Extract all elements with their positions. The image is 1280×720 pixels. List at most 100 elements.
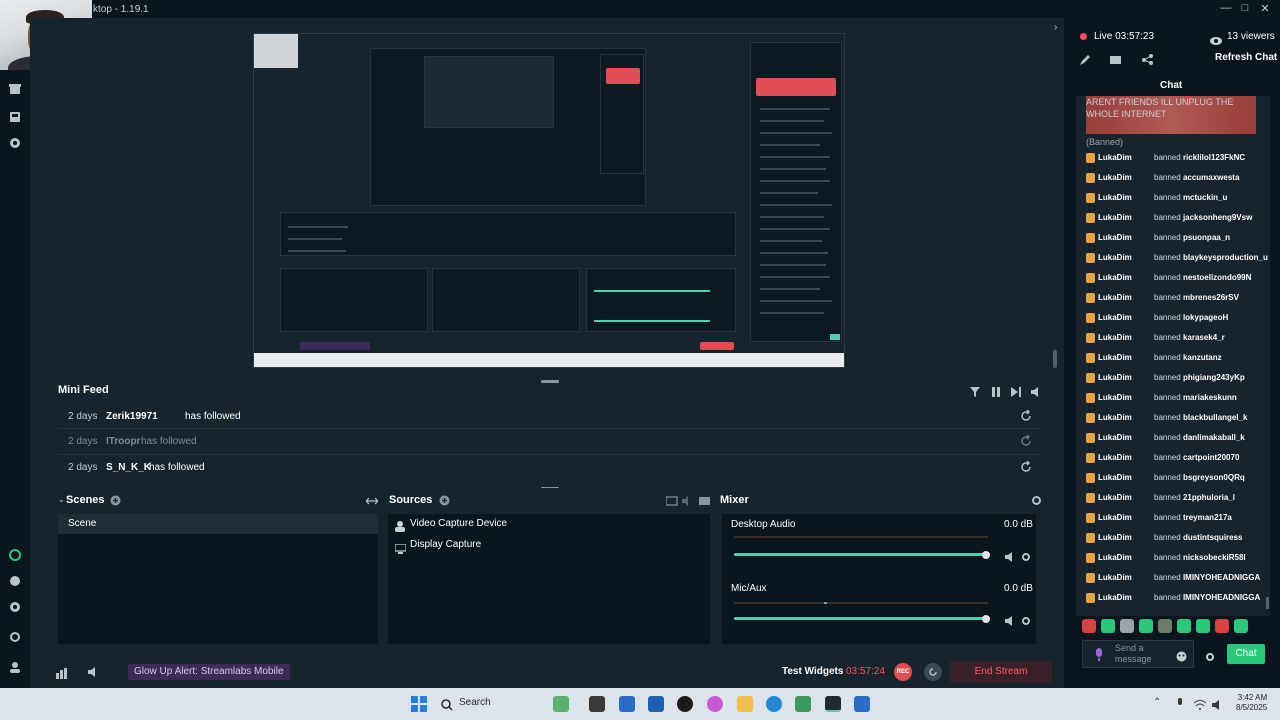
chat-username[interactable]: LukaDim: [1098, 333, 1132, 342]
chat-username[interactable]: LukaDim: [1098, 433, 1132, 442]
add-scene-icon[interactable]: [110, 493, 121, 511]
replay-buffer-button[interactable]: [924, 663, 942, 681]
banned-username[interactable]: 21pphuloria_l: [1183, 493, 1235, 502]
notification-icon[interactable]: [86, 665, 98, 683]
app-icon[interactable]: [854, 696, 870, 712]
chat-username[interactable]: LukaDim: [1098, 233, 1132, 242]
volume-icon[interactable]: [1031, 384, 1041, 402]
chat-username[interactable]: LukaDim: [1098, 373, 1132, 382]
banned-username[interactable]: ricklilol123FkNC: [1183, 153, 1245, 162]
chat-username[interactable]: LukaDim: [1098, 393, 1132, 402]
chat-username[interactable]: LukaDim: [1098, 193, 1132, 202]
banned-username[interactable]: nestoelizondo99N: [1183, 273, 1251, 282]
banned-username[interactable]: IMINYOHEADNIGGA: [1183, 573, 1260, 582]
stats-icon[interactable]: [56, 666, 67, 684]
banned-username[interactable]: jacksonheng9Vsw: [1183, 213, 1252, 222]
banned-username[interactable]: nicksobeckiR58l: [1183, 553, 1246, 562]
repeat-alert-icon[interactable]: [1020, 460, 1032, 476]
minimize-icon[interactable]: —: [1219, 2, 1233, 14]
store-icon[interactable]: [8, 82, 22, 96]
notification-alert[interactable]: Glow Up Alert: Streamlabs Mobile: [128, 664, 290, 680]
record-icon[interactable]: [8, 136, 22, 150]
volume-slider-thumb[interactable]: [982, 551, 990, 559]
emote-icon[interactable]: [1082, 619, 1096, 633]
chat-username[interactable]: LukaDim: [1098, 473, 1132, 482]
chat-username[interactable]: LukaDim: [1098, 533, 1132, 542]
banned-username[interactable]: blaykeysproduction_u: [1183, 253, 1268, 262]
highlighter-icon[interactable]: [8, 548, 22, 562]
integrations-icon[interactable]: [8, 600, 22, 614]
banned-username[interactable]: psuonpaa_n: [1183, 233, 1230, 242]
collection-switch-icon[interactable]: [365, 493, 379, 511]
source-display-capture[interactable]: Display Capture: [410, 539, 481, 550]
banned-username[interactable]: karasek4_r: [1183, 333, 1225, 342]
app-icon[interactable]: [677, 696, 693, 712]
banned-username[interactable]: blackbullangel_k: [1183, 413, 1247, 422]
maximize-icon[interactable]: □: [1238, 2, 1252, 14]
send-chat-button[interactable]: Chat: [1227, 644, 1265, 664]
task-view-icon[interactable]: [589, 696, 605, 712]
chat-settings-icon[interactable]: [1205, 649, 1215, 667]
emote-icon[interactable]: [1120, 619, 1134, 633]
search-icon[interactable]: [441, 698, 453, 711]
chat-username[interactable]: LukaDim: [1098, 573, 1132, 582]
store-icon[interactable]: [648, 696, 664, 712]
record-button[interactable]: REC: [894, 663, 912, 681]
chat-username[interactable]: LukaDim: [1098, 553, 1132, 562]
chat-username[interactable]: LukaDim: [1098, 493, 1132, 502]
emote-icon[interactable]: [1196, 619, 1210, 633]
collapse-icon[interactable]: ⌄: [58, 495, 65, 504]
emoji-icon[interactable]: [1176, 649, 1187, 667]
banned-username[interactable]: dustintsquiress: [1183, 533, 1243, 542]
chat-username[interactable]: LukaDim: [1098, 453, 1132, 462]
test-widgets-button[interactable]: Test Widgets: [782, 666, 843, 677]
emote-icon[interactable]: [1101, 619, 1115, 633]
banned-username[interactable]: mbrenes26rSV: [1183, 293, 1239, 302]
file-explorer-icon[interactable]: [737, 696, 753, 712]
close-icon[interactable]: ✕: [1258, 2, 1272, 15]
speaker-icon[interactable]: [1005, 549, 1015, 567]
scene-item[interactable]: Scene: [58, 514, 378, 534]
channel-settings-icon[interactable]: [1021, 549, 1031, 567]
chat-messages[interactable]: ARENT FRIENDS ILL UNPLUG THE WHOLE INTER…: [1076, 96, 1270, 616]
streamlabs-icon[interactable]: [825, 696, 841, 712]
repeat-alert-icon[interactable]: [1020, 409, 1032, 425]
banned-username[interactable]: cartpoint20070: [1183, 453, 1239, 462]
app-icon[interactable]: [619, 696, 635, 712]
mic-icon[interactable]: [1095, 648, 1103, 666]
folder-add-icon[interactable]: [665, 493, 678, 511]
chat-username[interactable]: LukaDim: [1098, 173, 1132, 182]
end-stream-button[interactable]: End Stream: [950, 661, 1052, 683]
add-source-icon[interactable]: [439, 493, 450, 511]
chat-username[interactable]: LukaDim: [1098, 213, 1132, 222]
banned-username[interactable]: lokypageoH: [1183, 313, 1228, 322]
chat-username[interactable]: LukaDim: [1098, 593, 1132, 602]
windows-start-icon[interactable]: [411, 696, 427, 712]
profile-icon[interactable]: [8, 660, 22, 674]
refresh-chat-button[interactable]: Refresh Chat: [1215, 52, 1277, 63]
volume-slider-thumb[interactable]: [982, 615, 990, 623]
banned-username[interactable]: treyman217a: [1183, 513, 1232, 522]
chat-username[interactable]: LukaDim: [1098, 313, 1132, 322]
emote-icon[interactable]: [1215, 619, 1229, 633]
emote-icon[interactable]: [1139, 619, 1153, 633]
copilot-icon[interactable]: [707, 696, 723, 712]
banned-username[interactable]: bsgreyson0QRq: [1183, 473, 1245, 482]
emote-icon[interactable]: [1177, 619, 1191, 633]
banned-username[interactable]: mariakeskunn: [1183, 393, 1237, 402]
emote-icon[interactable]: [1158, 619, 1172, 633]
folder-icon[interactable]: [699, 493, 711, 511]
banned-username[interactable]: accumaxwesta: [1183, 173, 1239, 182]
banned-username[interactable]: phigiang243yKp: [1183, 373, 1245, 382]
chat-scrollbar[interactable]: [1266, 597, 1269, 609]
banned-username[interactable]: mctuckin_u: [1183, 193, 1227, 202]
banned-username[interactable]: kanzutanz: [1183, 353, 1222, 362]
edge-icon[interactable]: [766, 696, 782, 712]
filter-icon[interactable]: [970, 384, 980, 402]
share-icon[interactable]: [1142, 52, 1153, 70]
chat-username[interactable]: LukaDim: [1098, 293, 1132, 302]
clock[interactable]: 3:42 AM 8/5/2025: [1236, 693, 1267, 713]
widgets-icon[interactable]: [553, 696, 569, 712]
banned-username[interactable]: IMINYOHEADNIGGA: [1183, 593, 1260, 602]
source-video-capture[interactable]: Video Capture Device: [410, 518, 507, 529]
